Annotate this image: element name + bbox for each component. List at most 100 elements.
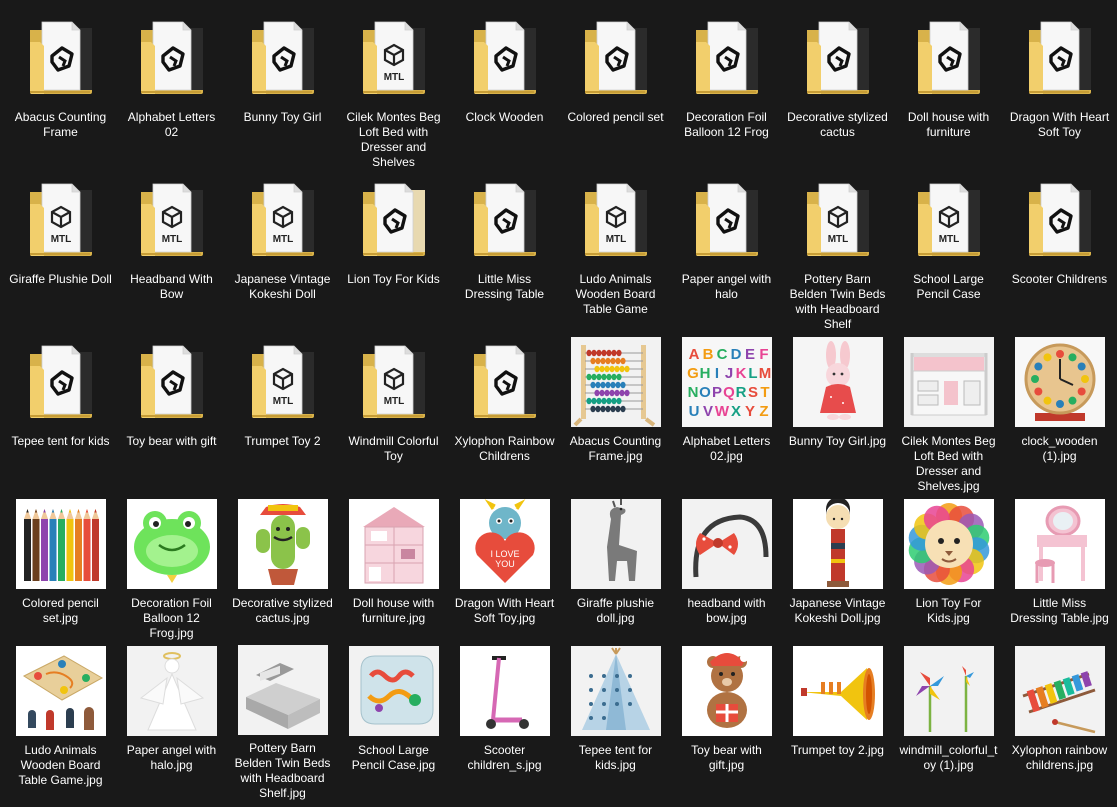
image-file-label: Colored pencil set.jpg	[22, 596, 99, 625]
lion-icon	[903, 499, 994, 589]
image-file-headband-with-bow[interactable]: headband with bow.jpg	[671, 498, 782, 645]
folder-icon	[237, 12, 329, 104]
image-file-tepee-tent-for-kids[interactable]: Tepee tent for kids.jpg	[560, 645, 671, 795]
image-file-colored-pencil-set[interactable]: Colored pencil set.jpg	[5, 498, 116, 645]
image-file-alphabet-letters-02[interactable]: A B C D E F G H I J K L M N O P Q R S T U V W X Y Z Alphabet Lette…	[671, 336, 782, 498]
folder-item-alphabet-letters-02[interactable]: Alphabet Letters 02	[116, 12, 227, 174]
svg-text:V: V	[702, 403, 712, 420]
image-file-label: Alphabet Letters 02.jpg	[682, 434, 771, 463]
folder-item-school-large-pencil-case[interactable]: MTL School Large Pencil Case	[893, 174, 1004, 336]
image-file-pottery-barn-belden-twin-beds-with-headboard-shelf[interactable]: Pottery Barn Belden Twin Beds with Headb…	[227, 645, 338, 800]
image-file-lion-toy-for-kids[interactable]: Lion Toy For Kids.jpg	[893, 498, 1004, 645]
folder-item-cilek-montes-beg-loft-bed-with-dresser-and-shelves[interactable]: MTL Cilek Montes Beg Loft Bed with Dress…	[338, 12, 449, 174]
folder-item-lion-toy-for-kids[interactable]: Lion Toy For Kids	[338, 174, 449, 336]
svg-text:Q: Q	[723, 384, 735, 401]
folder-icon: MTL	[237, 174, 329, 266]
folder-item-doll-house-with-furniture[interactable]: Doll house with furniture	[893, 12, 1004, 174]
angel-icon	[126, 646, 217, 736]
folder-icon: MTL	[15, 174, 107, 266]
folder-item-paper-angel-with-halo[interactable]: Paper angel with halo	[671, 174, 782, 336]
svg-text:MTL: MTL	[383, 72, 404, 83]
svg-text:W: W	[714, 403, 729, 420]
svg-text:MTL: MTL	[605, 234, 626, 245]
folder-item-xylophon-rainbow-childrens[interactable]: Xylophon Rainbow Childrens	[449, 336, 560, 498]
folder-icon	[126, 336, 218, 428]
folder-item-tepee-tent-for-kids[interactable]: Tepee tent for kids	[5, 336, 116, 498]
image-file-label: Pottery Barn Belden Twin Beds with Headb…	[234, 741, 331, 800]
folder-item-toy-bear-with-gift[interactable]: Toy bear with gift	[116, 336, 227, 498]
svg-text:E: E	[744, 346, 754, 363]
folder-item-clock-wooden[interactable]: Clock Wooden	[449, 12, 560, 174]
image-file-label: Trumpet toy 2.jpg	[791, 743, 884, 757]
image-file-decoration-foil-balloon-12-frog[interactable]: Decoration Foil Balloon 12 Frog.jpg	[116, 498, 227, 645]
folder-item-decoration-foil-balloon-12-frog[interactable]: Decoration Foil Balloon 12 Frog	[671, 12, 782, 174]
scooter-icon	[459, 646, 550, 736]
windmill-icon	[903, 646, 994, 736]
folder-item-scooter-childrens[interactable]: Scooter Childrens	[1004, 174, 1115, 336]
folder-icon	[681, 12, 773, 104]
ludo-icon	[15, 646, 106, 736]
image-file-clock-wooden-1[interactable]: clock_wooden (1).jpg	[1004, 336, 1115, 498]
folder-label: Scooter Childrens	[1011, 272, 1108, 286]
folder-item-bunny-toy-girl[interactable]: Bunny Toy Girl	[227, 12, 338, 174]
image-file-label: Dragon With Heart Soft Toy.jpg	[454, 596, 555, 625]
folder-label: Decorative stylized cactus	[787, 110, 888, 139]
folder-item-dragon-with-heart-soft-toy[interactable]: Dragon With Heart Soft Toy	[1004, 12, 1115, 174]
folder-icon: MTL	[237, 336, 329, 428]
folder-item-japanese-vintage-kokeshi-doll[interactable]: MTL Japanese Vintage Kokeshi Doll	[227, 174, 338, 336]
folder-label: Abacus Counting Frame	[14, 110, 107, 139]
image-file-label: Paper angel with halo.jpg	[126, 743, 217, 772]
tepee-icon	[570, 646, 661, 736]
image-file-cilek-montes-beg-loft-bed-with-dresser-and-shelves[interactable]: Cilek Montes Beg Loft Bed with Dresser a…	[893, 336, 1004, 498]
pencils-icon	[15, 499, 106, 589]
teddy-bear-icon	[681, 646, 772, 736]
image-file-japanese-vintage-kokeshi-doll[interactable]: Japanese Vintage Kokeshi Doll.jpg	[782, 498, 893, 645]
folder-item-colored-pencil-set[interactable]: Colored pencil set	[560, 12, 671, 174]
folder-item-headband-with-bow[interactable]: MTL Headband With Bow	[116, 174, 227, 336]
folder-item-giraffe-plushie-doll[interactable]: MTL Giraffe Plushie Doll	[5, 174, 116, 336]
bunny-icon	[792, 337, 883, 427]
image-file-toy-bear-with-gift[interactable]: Toy bear with gift.jpg	[671, 645, 782, 795]
folder-label: Clock Wooden	[465, 110, 544, 124]
image-file-label: clock_wooden (1).jpg	[1021, 434, 1098, 463]
image-file-label: Lion Toy For Kids.jpg	[915, 596, 982, 625]
image-file-doll-house-with-furniture[interactable]: Doll house with furniture.jpg	[338, 498, 449, 645]
image-file-trumpet-toy-2[interactable]: Trumpet toy 2.jpg	[782, 645, 893, 795]
image-file-ludo-animals-wooden-board-table-game[interactable]: Ludo Animals Wooden Board Table Game.jpg	[5, 645, 116, 795]
folder-item-pottery-barn-belden-twin-beds-with-headboard-shelf[interactable]: MTL Pottery Barn Belden Twin Beds with H…	[782, 174, 893, 336]
headband-icon	[681, 499, 772, 589]
image-file-scooter-children-s[interactable]: Scooter children_s.jpg	[449, 645, 560, 795]
image-file-giraffe-plushie-doll[interactable]: Giraffe plushie doll.jpg	[560, 498, 671, 645]
image-file-dragon-with-heart-soft-toy[interactable]: I LOVE YOU Dragon With Heart Soft Toy.jpg	[449, 498, 560, 645]
image-file-xylophon-rainbow-childrens[interactable]: Xylophon rainbow childrens.jpg	[1004, 645, 1115, 795]
image-file-school-large-pencil-case[interactable]: School Large Pencil Case.jpg	[338, 645, 449, 795]
folder-icon	[681, 174, 773, 266]
xylophone-icon	[1014, 646, 1105, 736]
image-file-label: headband with bow.jpg	[687, 596, 766, 625]
svg-text:U: U	[688, 403, 699, 420]
image-file-label: Cilek Montes Beg Loft Bed with Dresser a…	[901, 434, 996, 493]
image-file-bunny-toy-girl[interactable]: Bunny Toy Girl.jpg	[782, 336, 893, 498]
folder-item-windmill-colorful-toy[interactable]: MTL Windmill Colorful Toy	[338, 336, 449, 498]
folder-label: Lion Toy For Kids	[347, 272, 440, 286]
folder-item-ludo-animals-wooden-board-table-game[interactable]: MTL Ludo Animals Wooden Board Table Game	[560, 174, 671, 336]
svg-text:K: K	[735, 365, 746, 382]
folder-item-trumpet-toy-2[interactable]: MTL Trumpet Toy 2	[227, 336, 338, 498]
image-file-decorative-stylized-cactus[interactable]: Decorative stylized cactus.jpg	[227, 498, 338, 645]
svg-text:MTL: MTL	[272, 396, 293, 407]
svg-text:MTL: MTL	[827, 234, 848, 245]
folder-icon	[570, 12, 662, 104]
svg-text:G: G	[687, 365, 699, 382]
folder-item-decorative-stylized-cactus[interactable]: Decorative stylized cactus	[782, 12, 893, 174]
image-file-windmill-colorful-toy-1[interactable]: windmill_colorful_toy (1).jpg	[893, 645, 1004, 795]
svg-text:H: H	[699, 365, 710, 382]
image-file-paper-angel-with-halo[interactable]: Paper angel with halo.jpg	[116, 645, 227, 795]
folder-label: Little Miss Dressing Table	[464, 272, 545, 301]
svg-text:Y: Y	[744, 403, 754, 420]
folder-item-little-miss-dressing-table[interactable]: Little Miss Dressing Table	[449, 174, 560, 336]
image-file-abacus-counting-frame[interactable]: Abacus Counting Frame.jpg	[560, 336, 671, 498]
svg-text:X: X	[730, 403, 740, 420]
image-file-little-miss-dressing-table[interactable]: Little Miss Dressing Table.jpg	[1004, 498, 1115, 645]
folder-item-abacus-counting-frame[interactable]: Abacus Counting Frame	[5, 12, 116, 174]
image-file-label: Xylophon rainbow childrens.jpg	[1011, 743, 1108, 772]
